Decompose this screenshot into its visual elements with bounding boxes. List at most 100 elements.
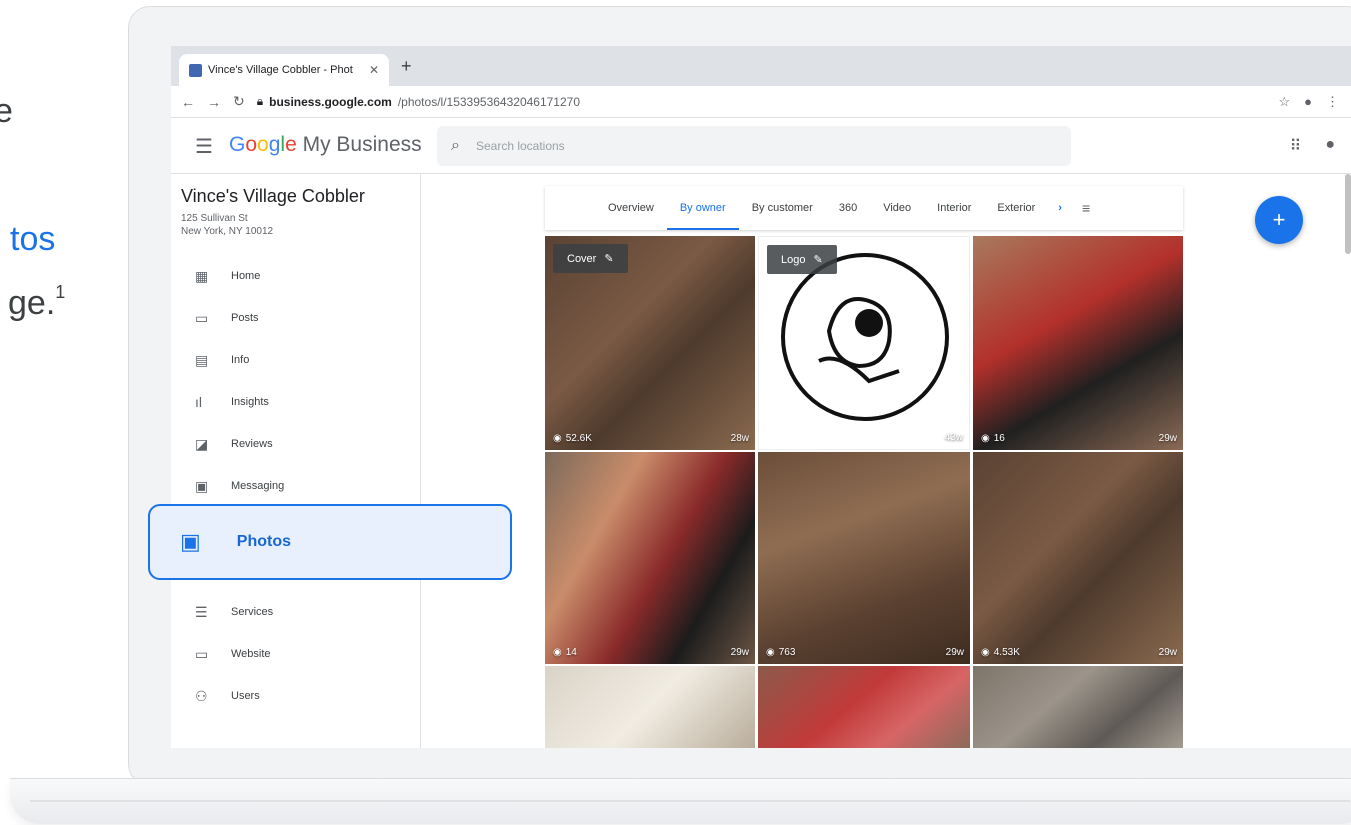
logo-letter: g (268, 133, 281, 156)
photo-tile[interactable]: ◉ 14 29w (545, 452, 755, 664)
view-count: ◉ 16 (981, 433, 1005, 444)
side-text-line2: tos (10, 220, 56, 258)
eye-icon: ◉ (981, 647, 990, 658)
tab-title: Vince's Village Cobbler - Phot (208, 64, 353, 76)
photo-age: 28w (730, 433, 749, 444)
plus-icon: + (1272, 207, 1286, 232)
sidebar-item-label: Photos (236, 533, 292, 550)
sidebar: Vince's Village Cobbler 125 Sullivan St … (171, 174, 421, 748)
cover-label[interactable]: Cover ✎ (553, 244, 628, 273)
view-count: ◉ 763 (766, 647, 795, 658)
sidebar-item-label: Insights (231, 396, 269, 408)
photo-age: 29w (730, 647, 749, 658)
side-text-line3-text: ge. (8, 284, 56, 322)
sidebar-item-messaging[interactable]: ▣ Messaging (171, 466, 421, 506)
photo-tile[interactable] (973, 666, 1183, 748)
sidebar-item-info[interactable]: ▤ Info (171, 340, 421, 380)
tab-strip: Vince's Village Cobbler - Phot ✕ + (171, 46, 1351, 86)
back-icon[interactable]: ← (181, 94, 195, 110)
favicon-icon (189, 63, 202, 77)
photo-tile[interactable] (545, 666, 755, 748)
scrollbar[interactable] (1345, 174, 1351, 254)
browser-window: Vince's Village Cobbler - Phot ✕ + ← → ↻… (171, 46, 1351, 748)
tab-exterior[interactable]: Exterior (984, 186, 1048, 230)
view-count: ◉ 52.6K (553, 433, 592, 444)
reload-icon[interactable]: ↻ (233, 93, 245, 110)
lock-icon: 🔒︎ (256, 94, 264, 108)
browser-tab[interactable]: Vince's Village Cobbler - Phot ✕ (179, 54, 389, 86)
browser-menu-icon[interactable]: ⋮ (1326, 94, 1339, 110)
eye-icon: ◉ (981, 433, 990, 444)
website-icon: ▭ (195, 645, 209, 662)
tab-video[interactable]: Video (870, 186, 924, 230)
apps-grid-icon[interactable]: ⠿ (1290, 136, 1302, 156)
photo-age: 29w (1158, 433, 1177, 444)
tab-by-customer[interactable]: By customer (739, 186, 826, 230)
posts-icon: ▭ (195, 309, 209, 326)
home-icon: ▦ (195, 267, 209, 284)
app-logo: Google My Business (229, 133, 422, 157)
search-input[interactable]: ⌕ Search locations (437, 126, 1071, 166)
app-header: ☰ Google My Business ⌕ Search locations … (171, 118, 1351, 174)
chevron-right-icon[interactable]: › (1048, 202, 1072, 214)
add-photo-button[interactable]: + (1255, 196, 1303, 244)
photo-grid: Cover✎ ◉52.6K 28w ◉14 29w Logo✎ 43w (545, 236, 1183, 748)
sidebar-item-label: Users (231, 690, 260, 702)
url-field[interactable]: 🔒︎ business.google.com/photos/l/15339536… (257, 94, 580, 109)
logo-letter: o (245, 133, 258, 156)
logo-label-text: Logo (781, 253, 806, 266)
sidebar-item-label: Reviews (231, 438, 273, 450)
url-host: business.google.com (269, 94, 392, 109)
sidebar-item-reviews[interactable]: ◪ Reviews (171, 424, 421, 464)
hamburger-menu-icon[interactable]: ☰ (195, 134, 213, 159)
laptop-base-edge (30, 800, 1350, 802)
account-avatar[interactable]: ● (1325, 136, 1335, 156)
footnote-marker: 1 (55, 281, 66, 302)
logo-letter: e (285, 133, 297, 156)
photo-tile[interactable]: ◉ 4.53K 29w (973, 452, 1183, 664)
view-count: ◉ 4.53K (981, 647, 1020, 658)
view-count-text: 763 (778, 647, 796, 658)
edit-icon: ✎ (813, 254, 823, 266)
address-bar-actions: ☆ ● ⋮ (1278, 94, 1339, 110)
info-icon: ▤ (195, 351, 209, 368)
forward-icon[interactable]: → (207, 94, 221, 110)
photo-tile-cover[interactable]: Cover ✎ ◉ 52.6K 28w (545, 236, 755, 450)
sidebar-item-home[interactable]: ▦ Home (171, 256, 421, 296)
sidebar-item-photos[interactable]: ▣ Photos (148, 504, 512, 580)
logo-letter: o (257, 133, 269, 156)
sidebar-item-users[interactable]: ⚇ Users (171, 676, 421, 716)
eye-icon: ◉ (553, 433, 562, 444)
sidebar-item-website[interactable]: ▭ Website (171, 634, 421, 674)
profile-icon[interactable]: ● (1304, 94, 1312, 110)
tab-by-owner[interactable]: By owner (666, 186, 739, 230)
photos-icon: ▣ (180, 529, 201, 554)
side-text-line1: e (0, 92, 13, 130)
bookmark-star-icon[interactable]: ☆ (1278, 94, 1290, 110)
view-count-text: 52.6K (565, 433, 592, 444)
users-icon: ⚇ (195, 687, 208, 704)
logo-label[interactable]: Logo ✎ (767, 245, 837, 274)
sidebar-item-posts[interactable]: ▭ Posts (171, 298, 421, 338)
new-tab-button[interactable]: + (401, 56, 412, 77)
logo-letter: G (229, 133, 246, 156)
photo-tile-logo[interactable]: Logo ✎ 43w (758, 236, 970, 450)
photo-tile[interactable] (758, 666, 970, 748)
sidebar-item-label: Website (231, 648, 271, 660)
photo-age: 43w (944, 432, 963, 443)
tab-interior[interactable]: Interior (924, 186, 984, 230)
sidebar-item-insights[interactable]: ıl Insights (171, 382, 421, 422)
header-actions: ⠿ ● (1290, 136, 1335, 156)
url-path: /photos/l/15339536432046171270 (397, 94, 581, 109)
close-icon[interactable]: ✕ (369, 63, 379, 77)
photo-tabs: Overview By owner By customer 360 Video … (545, 186, 1183, 230)
photo-age: 29w (945, 647, 964, 658)
tab-overview[interactable]: Overview (595, 186, 667, 230)
tab-360[interactable]: 360 (826, 186, 870, 230)
photo-tile[interactable]: ◉ 763 29w (758, 452, 970, 664)
sidebar-item-services[interactable]: ☰ Services (171, 592, 421, 632)
photo-tile[interactable]: ◉ 16 29w (973, 236, 1183, 450)
sort-icon[interactable]: ≡ (1072, 200, 1100, 216)
address-line2: New York, NY 10012 (181, 226, 274, 237)
view-count-text: 16 (993, 433, 1005, 444)
